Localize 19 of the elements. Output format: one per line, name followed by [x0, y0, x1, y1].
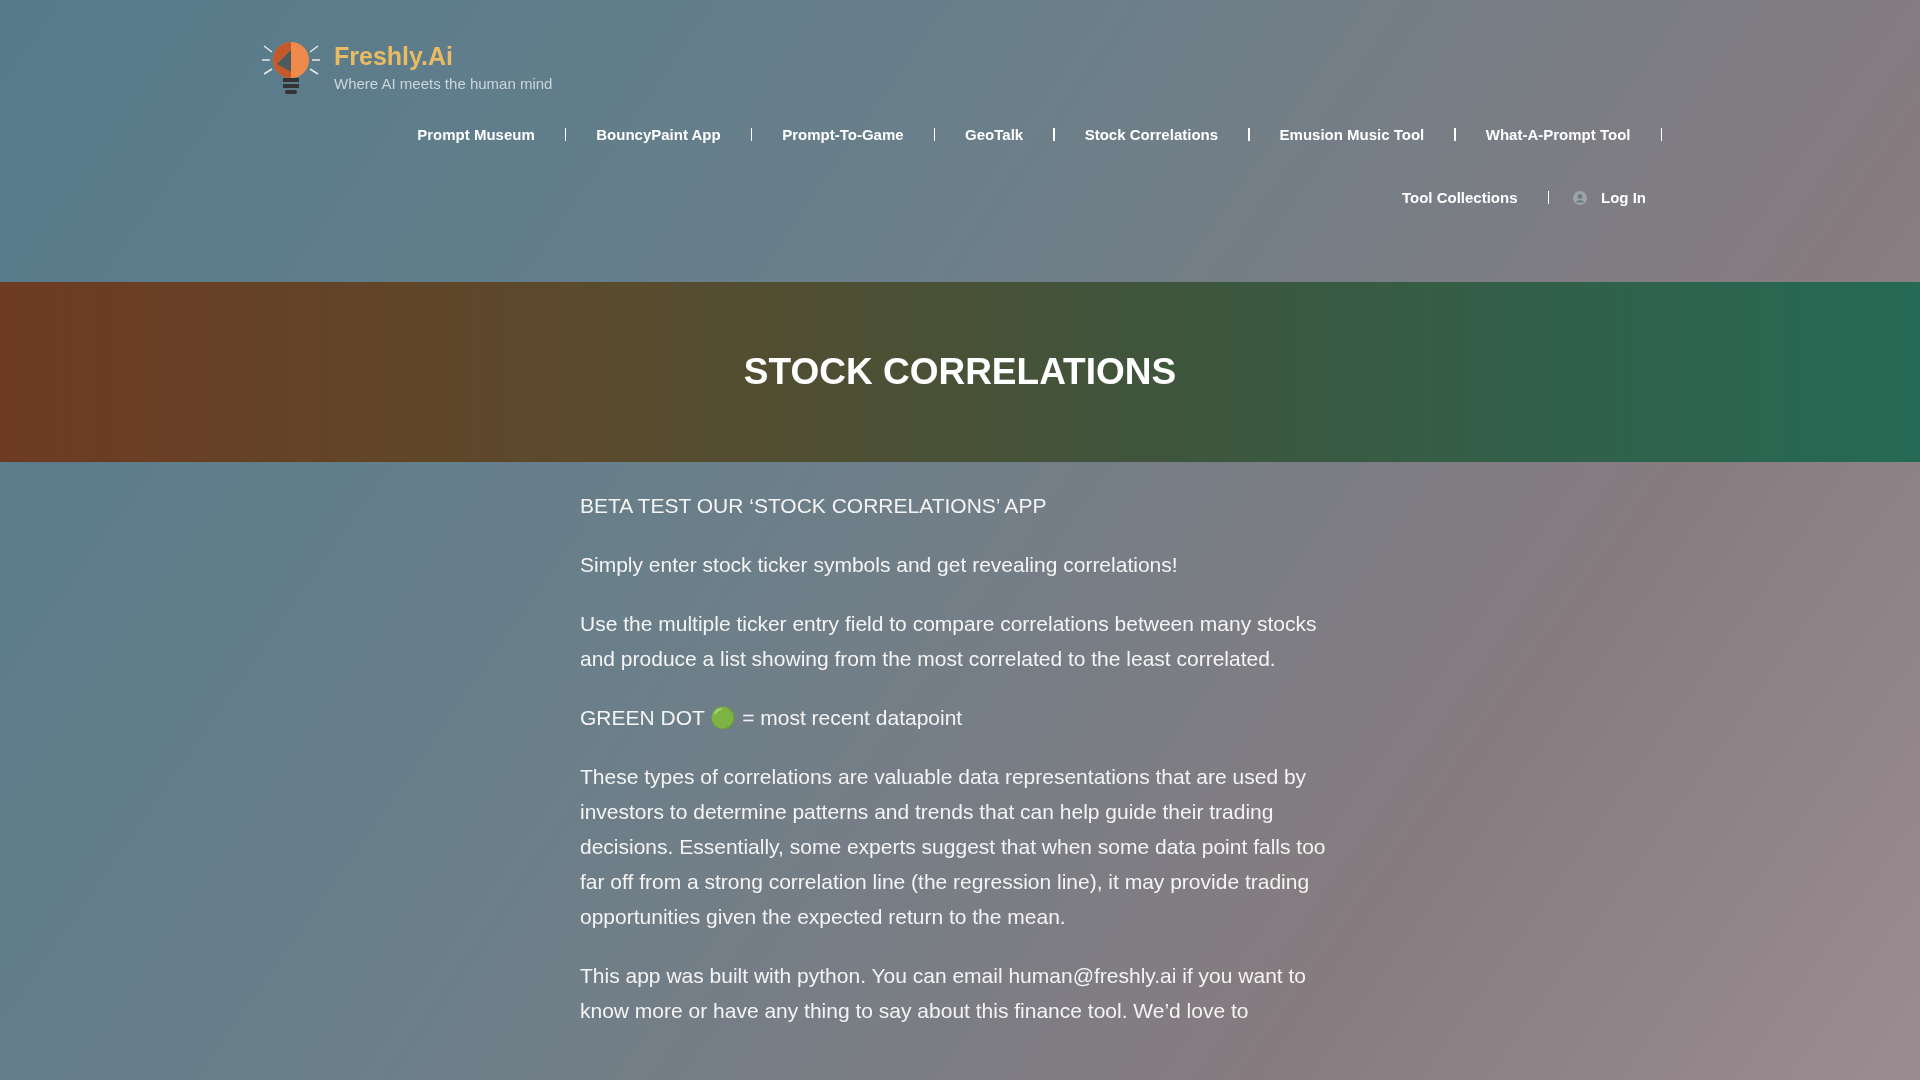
- nav-link[interactable]: Tool Collections: [1371, 181, 1548, 214]
- site-name[interactable]: Freshly.Ai: [334, 42, 553, 71]
- login-link[interactable]: Log In: [1549, 181, 1662, 214]
- nav-link[interactable]: Stock Correlations: [1054, 118, 1249, 151]
- user-icon: [1573, 190, 1587, 205]
- nav-link[interactable]: What-A-Prompt Tool: [1455, 118, 1661, 151]
- nav-link[interactable]: Prompt Museum: [387, 118, 565, 151]
- nav-link[interactable]: GeoTalk: [935, 118, 1054, 151]
- paragraph: BETA TEST OUR ‘STOCK CORRELATIONS’ APP: [580, 493, 1048, 519]
- nav-link[interactable]: Prompt-To-Game: [752, 118, 934, 151]
- paragraph: GREEN DOT 🟢 = most recent datapoint: [580, 705, 964, 731]
- paragraph: Simply enter stock ticker symbols and get revealing correlations!: [580, 552, 1179, 578]
- nav-link[interactable]: Emusion Music Tool: [1249, 118, 1455, 151]
- paragraph: These types of correlations are valuable data representations that are used by investors to determine patterns and trends that can help guide their trading decisions. Essentially, some experts suggest that when some data point falls too far off from a strong correlation line (the regression line), it may provide trading opportunities given the expected return to the mean.: [580, 764, 1327, 930]
- paragraph: This app was built with python. You can email human@freshly.ai if you want to know more or have any thing to say about this finance tool. We’d love to: [580, 963, 1307, 1024]
- paragraph: Use the multiple ticker entry field to compare correlations between many stocks and produce a list showing from the most correlated to the least correlated.: [580, 611, 1318, 672]
- site-tagline: Where AI meets the human mind: [334, 75, 553, 92]
- page-title: STOCK CORRELATIONS: [743, 351, 1177, 393]
- nav-link[interactable]: BouncyPaint App: [566, 118, 751, 151]
